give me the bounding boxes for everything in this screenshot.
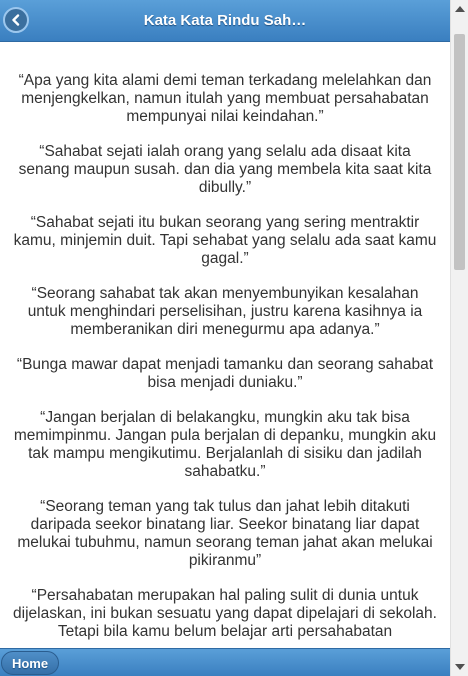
footer-bar: Home [0,648,450,676]
quote-item: “Seorang teman yang tak tulus dan jahat … [17,498,433,569]
quotes-content[interactable]: “Apa yang kita alami demi teman terkadan… [0,42,450,648]
scroll-down-arrow-icon[interactable] [455,664,465,670]
quote-item: “Persahabatan merupakan hal paling sulit… [13,587,437,640]
header-bar: Kata Kata Rindu Sah… [0,0,450,42]
home-button[interactable]: Home [1,651,59,675]
scroll-up-arrow-icon[interactable] [455,6,465,12]
quote-item: “Sahabat sejati ialah orang yang selalu … [18,143,432,196]
quote-item: “Bunga mawar dapat menjadi tamanku dan s… [16,356,434,391]
vertical-scrollbar[interactable] [450,0,468,676]
scroll-thumb[interactable] [454,34,465,270]
quote-item: “Jangan berjalan di belakangku, mungkin … [13,409,437,480]
quote-item: “Sahabat sejati itu bukan seorang yang s… [13,214,437,267]
quote-item: “Apa yang kita alami demi teman terkadan… [18,72,432,125]
quote-item: “Seorang sahabat tak akan menyembunyikan… [27,285,423,338]
page-title: Kata Kata Rindu Sah… [143,12,307,29]
